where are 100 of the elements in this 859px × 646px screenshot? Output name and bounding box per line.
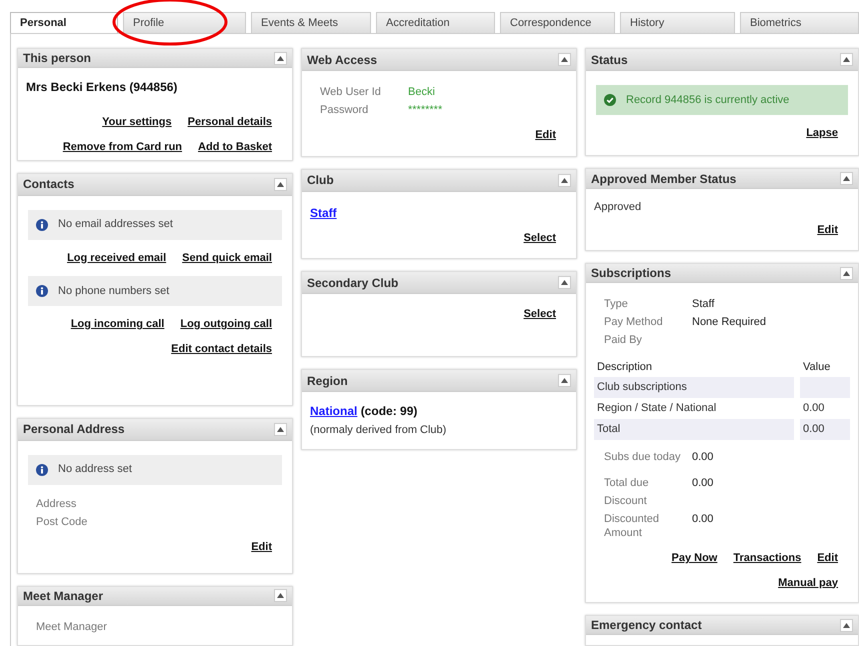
action-link[interactable]: Manual pay: [778, 574, 838, 591]
action-link[interactable]: Remove from Card run: [62, 138, 182, 155]
region-code: (code: 99): [360, 404, 418, 418]
club-link[interactable]: Staff: [310, 204, 337, 222]
caret-icon: [561, 378, 568, 383]
caret-icon: [277, 593, 284, 598]
field-label: Paid By: [604, 333, 643, 347]
collapse-button[interactable]: [274, 589, 287, 602]
collapse-button[interactable]: [558, 374, 571, 387]
action-link[interactable]: Log outgoing call: [180, 316, 272, 333]
panel-title: Web Access: [307, 52, 378, 68]
collapse-button[interactable]: [840, 266, 853, 280]
table-cell: Total: [594, 419, 794, 440]
caret-icon: [277, 426, 284, 432]
action-link[interactable]: Edit: [817, 550, 838, 566]
caret-icon: [561, 280, 568, 285]
caret-icon: [561, 178, 568, 182]
panel-title: Personal Address: [23, 421, 125, 438]
panel-title: Region: [307, 372, 348, 390]
collapse-button[interactable]: [558, 174, 571, 186]
panel-title: Contacts: [23, 176, 74, 194]
action-link[interactable]: Your settings: [102, 114, 172, 130]
field-value: Becki: [408, 85, 436, 99]
collapse-button[interactable]: [558, 276, 571, 289]
field-label: Discounted Amount: [604, 512, 660, 540]
tab[interactable]: Accreditation: [376, 12, 495, 33]
panel-title: This person: [23, 50, 92, 67]
table-cell-text: 0.00: [802, 401, 826, 416]
info-icon: [36, 464, 48, 476]
tab[interactable]: Correspondence: [500, 12, 615, 33]
action-link[interactable]: Lapse: [806, 125, 838, 142]
collapse-button[interactable]: [274, 52, 287, 64]
caret-icon: [277, 56, 284, 60]
notice-text: No address set: [58, 462, 132, 478]
tab[interactable]: Personal: [10, 12, 118, 33]
field-label: Subs due today: [604, 450, 682, 464]
action-link[interactable]: Edit: [817, 222, 838, 238]
field-label: Pay Method: [604, 315, 664, 329]
collapse-button[interactable]: [274, 422, 287, 436]
field-label: Discount: [604, 494, 648, 508]
panel-title: Club: [307, 172, 334, 189]
field-value: ********: [408, 103, 444, 117]
collapse-button[interactable]: [274, 178, 287, 191]
caret-icon: [561, 57, 568, 62]
notice-text: Record 944856 is currently active: [626, 92, 790, 108]
caret-icon: [277, 182, 284, 187]
action-link[interactable]: Pay Now: [672, 550, 718, 566]
action-link[interactable]: Edit contact details: [171, 340, 272, 358]
collapse-button[interactable]: [840, 172, 853, 185]
field-value: None Required: [692, 315, 767, 329]
collapse-button[interactable]: [558, 53, 571, 66]
field-label: Total due: [604, 476, 650, 490]
action-link[interactable]: Transactions: [733, 550, 802, 566]
action-link[interactable]: Add to Basket: [198, 138, 272, 155]
body-text: Approved: [594, 200, 642, 215]
body-text: (normaly derived from Club): [310, 423, 448, 438]
field-label: Password: [320, 103, 370, 117]
field-label: Web User Id: [320, 85, 382, 99]
column-header: Description: [596, 360, 654, 375]
collapse-button[interactable]: [840, 53, 853, 66]
info-icon: [36, 285, 48, 298]
panel-title: Subscriptions: [591, 265, 672, 282]
panel-title: Secondary Club: [307, 274, 398, 292]
panel-title: Approved Member Status: [591, 170, 736, 188]
tab[interactable]: Events & Meets: [251, 12, 371, 33]
person-name: Mrs Becki Erkens (944856): [26, 79, 178, 96]
field-label: Address: [36, 496, 78, 511]
field-value: 0.00: [692, 450, 714, 464]
panel-title: Status: [591, 52, 628, 68]
table-cell: Club subscriptions: [594, 377, 794, 398]
panel-title: Meet Manager: [23, 588, 104, 605]
caret-icon: [843, 176, 850, 181]
action-link[interactable]: Edit: [535, 127, 556, 144]
tab[interactable]: Biometrics: [740, 12, 859, 33]
field-label: Post Code: [36, 514, 88, 529]
field-label: Type: [604, 297, 629, 311]
caret-icon: [843, 57, 850, 62]
column-header: Value: [802, 360, 832, 375]
action-link[interactable]: Select: [524, 306, 556, 322]
notice-text: No email addresses set: [58, 217, 173, 232]
table-cell-text: Region / State / National: [596, 401, 718, 416]
region-link[interactable]: National: [310, 404, 358, 418]
caret-icon: [843, 622, 850, 628]
tab[interactable]: History: [620, 12, 735, 33]
action-link[interactable]: Edit: [251, 538, 272, 556]
panel-title: Emergency contact: [591, 617, 702, 634]
caret-icon: [843, 270, 850, 276]
notice-text: No phone numbers set: [58, 284, 170, 299]
action-link[interactable]: Select: [524, 230, 556, 246]
action-link[interactable]: Personal details: [188, 114, 272, 130]
action-link[interactable]: Send quick email: [182, 250, 272, 266]
action-link[interactable]: Log incoming call: [70, 316, 164, 333]
info-icon: [36, 218, 48, 231]
collapse-button[interactable]: [840, 618, 853, 632]
action-link[interactable]: Log received email: [67, 250, 166, 266]
table-cell: 0.00: [800, 419, 850, 440]
field-value: Staff: [692, 297, 716, 311]
field-label: Meet Manager: [36, 620, 108, 634]
field-value: 0.00: [692, 512, 714, 527]
tab[interactable]: Profile: [123, 12, 246, 33]
